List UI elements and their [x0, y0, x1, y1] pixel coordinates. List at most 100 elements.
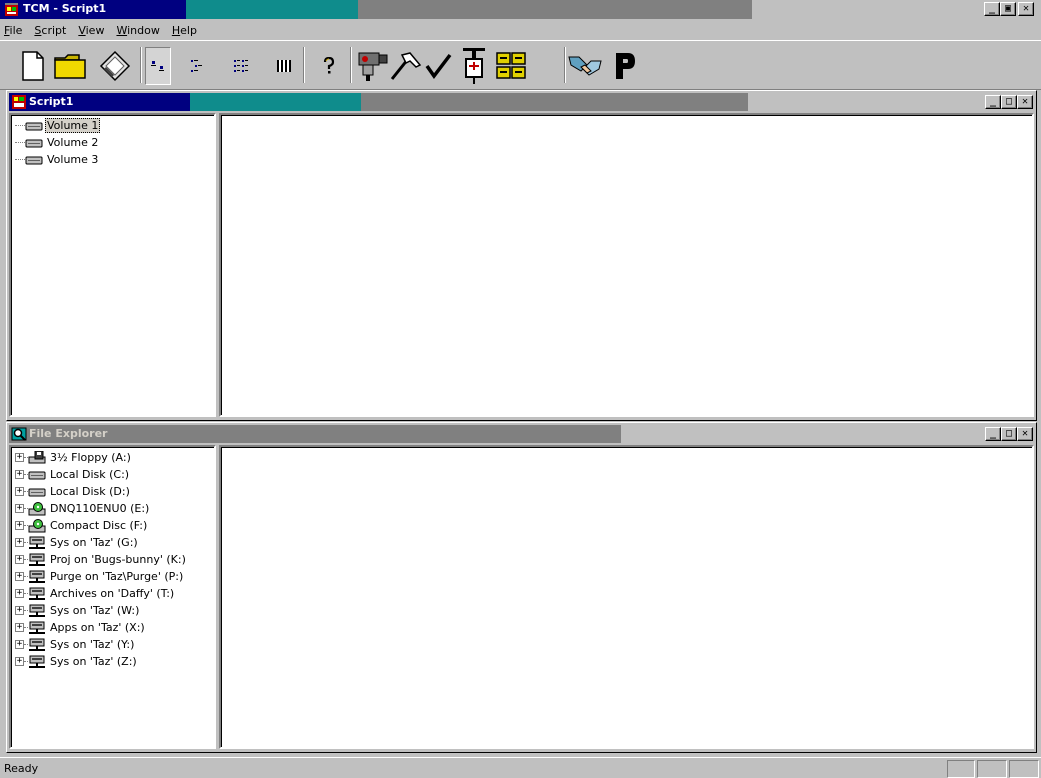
app-icon[interactable]: [4, 2, 19, 17]
script-title-gradient: [9, 93, 748, 111]
tree-item-drive[interactable]: + Compact Disc (F:): [15, 517, 188, 534]
expand-icon[interactable]: +: [15, 504, 24, 513]
expand-icon[interactable]: +: [15, 453, 24, 462]
tree-item-volume-1[interactable]: Volume 1: [15, 117, 101, 134]
script-content-pane[interactable]: [219, 113, 1034, 417]
tree-item-drive[interactable]: + Archives on 'Daffy' (T:): [15, 585, 188, 602]
expand-icon[interactable]: +: [15, 470, 24, 479]
save-disk-button[interactable]: [96, 47, 134, 85]
minimize-button[interactable]: _: [984, 2, 1000, 16]
list-view-button[interactable]: [228, 47, 254, 85]
file-explorer-title-bar[interactable]: File Explorer _ □ ✕: [9, 425, 1034, 443]
tree-item-volume-3[interactable]: Volume 3: [15, 151, 100, 168]
tree-item-drive[interactable]: + Apps on 'Taz' (X:): [15, 619, 188, 636]
p-letter-icon: [616, 53, 635, 79]
expand-icon[interactable]: +: [15, 555, 24, 564]
minimize-icon: _: [989, 96, 997, 107]
syringe-icon: [463, 48, 485, 84]
tree-item-volume-2[interactable]: Volume 2: [15, 134, 100, 151]
verify-button[interactable]: [419, 47, 457, 85]
expand-icon[interactable]: +: [15, 538, 24, 547]
expand-icon[interactable]: +: [15, 521, 24, 530]
hard-disk-icon: [28, 488, 46, 496]
tree-item-drive[interactable]: + Sys on 'Taz' (W:): [15, 602, 188, 619]
maximize-icon: □: [1005, 428, 1013, 439]
cabinet-button[interactable]: [492, 47, 530, 85]
menu-script-rest: cript: [41, 23, 67, 37]
title-gradient: [0, 0, 752, 19]
script-document-icon[interactable]: [11, 94, 27, 110]
expand-icon[interactable]: +: [15, 572, 24, 581]
menu-help-rest: elp: [180, 23, 197, 37]
expand-icon[interactable]: +: [15, 657, 24, 666]
menu-view[interactable]: View: [72, 24, 110, 37]
network-drive-icon: [29, 536, 45, 549]
explorer-maximize-button[interactable]: □: [1001, 427, 1017, 441]
new-page-icon: [22, 51, 44, 81]
details-view-icon: [277, 60, 291, 72]
status-bar: Ready: [0, 757, 1041, 778]
details-view-button[interactable]: [271, 47, 297, 85]
menu-help[interactable]: Help: [166, 24, 203, 37]
tree-item-drive[interactable]: + Purge on 'Taz\Purge' (P:): [15, 568, 188, 585]
drive-tree-pane[interactable]: +3½ Floppy (A:) + Local Disk (C:) + Local Di…: [9, 445, 216, 749]
menu-script[interactable]: Script: [28, 24, 72, 37]
tree-item-label: 3½ Floppy (A:): [50, 451, 131, 464]
tree-item-label: Local Disk (D:): [50, 485, 130, 498]
status-text: Ready: [4, 762, 39, 775]
close-button[interactable]: ✕: [1018, 2, 1034, 16]
open-folder-button[interactable]: [52, 47, 90, 85]
tree-item-drive[interactable]: + Sys on 'Taz' (Z:): [15, 653, 188, 670]
explorer-minimize-button[interactable]: _: [985, 427, 1001, 441]
tree-line: [15, 142, 25, 143]
script-close-button[interactable]: ✕: [1017, 95, 1033, 109]
menu-window[interactable]: Window: [110, 24, 165, 37]
network-drive-icon: [29, 638, 45, 651]
restore-icon: ▣: [1004, 3, 1012, 14]
tree-item-drive[interactable]: + Sys on 'Taz' (Y:): [15, 636, 188, 653]
menu-file[interactable]: File: [0, 24, 28, 37]
expand-icon[interactable]: +: [15, 606, 24, 615]
explorer-close-button[interactable]: ✕: [1017, 427, 1033, 441]
small-icons-view-button[interactable]: [185, 47, 211, 85]
menu-view-rest: iew: [85, 23, 105, 37]
small-icons-view-icon: [191, 60, 202, 72]
diskette-icon: [99, 50, 131, 82]
restore-button[interactable]: ▣: [1000, 2, 1016, 16]
app-title-bar[interactable]: TCM - Script1 _ ▣ ✕: [0, 0, 1041, 19]
inject-button[interactable]: [455, 47, 493, 85]
tree-item-label: Sys on 'Taz' (Y:): [50, 638, 135, 651]
file-cabinet-icon: [496, 52, 526, 79]
script-maximize-button[interactable]: □: [1001, 95, 1017, 109]
tree-item-drive[interactable]: + Proj on 'Bugs-bunny' (K:): [15, 551, 188, 568]
script-window-controls: _ □ ✕: [985, 95, 1033, 109]
file-explorer-title: File Explorer: [29, 427, 108, 440]
menu-view-mnemonic: V: [78, 23, 86, 37]
explorer-window-controls: _ □ ✕: [985, 427, 1033, 441]
new-document-button[interactable]: [14, 47, 52, 85]
expand-icon[interactable]: +: [15, 623, 24, 632]
expand-icon[interactable]: +: [15, 487, 24, 496]
large-icons-view-button[interactable]: [145, 47, 171, 85]
tree-item-drive[interactable]: + Sys on 'Taz' (G:): [15, 534, 188, 551]
tree-item-drive[interactable]: + Local Disk (C:): [15, 466, 188, 483]
script-window-title-bar[interactable]: Script1 _ □ ✕: [9, 93, 1034, 111]
tree-line: [15, 125, 25, 126]
help-button[interactable]: [316, 47, 342, 85]
expand-icon[interactable]: +: [15, 589, 24, 598]
open-folder-icon: [54, 54, 86, 79]
hard-disk-icon: [25, 156, 43, 164]
tree-item-drive[interactable]: + Local Disk (D:): [15, 483, 188, 500]
park-button[interactable]: [606, 47, 644, 85]
explorer-content-pane[interactable]: [219, 445, 1034, 749]
explorer-magnifier-icon[interactable]: [11, 426, 27, 442]
drive-tree: +3½ Floppy (A:) + Local Disk (C:) + Local Di…: [15, 449, 188, 670]
script-minimize-button[interactable]: _: [985, 95, 1001, 109]
tree-item-drive[interactable]: + DNQ110ENU0 (E:): [15, 500, 188, 517]
expand-icon[interactable]: +: [15, 640, 24, 649]
handshake-button[interactable]: [566, 47, 604, 85]
volume-tree-pane[interactable]: Volume 1 Volume 2 Volume 3: [9, 113, 216, 417]
tree-item-drive[interactable]: +3½ Floppy (A:): [15, 449, 188, 466]
script-window-title: Script1: [29, 95, 74, 108]
tree-item-label: Purge on 'Taz\Purge' (P:): [50, 570, 184, 583]
